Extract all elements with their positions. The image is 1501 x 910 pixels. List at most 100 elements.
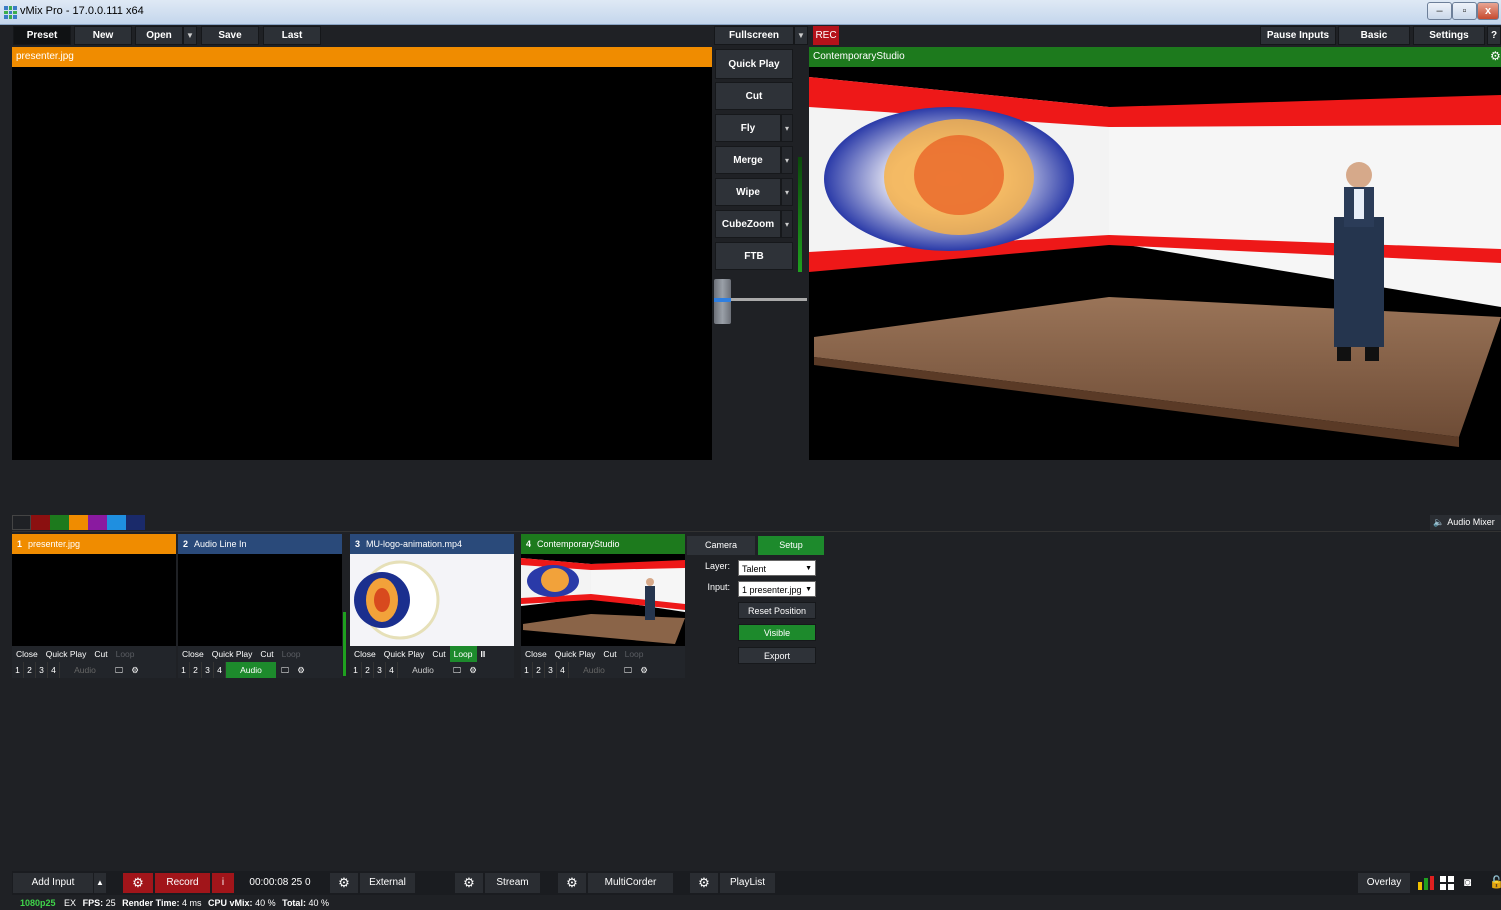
- monitor-icon[interactable]: 🖵: [619, 665, 637, 676]
- loop-button[interactable]: Loop: [449, 646, 477, 662]
- record-settings-gear-icon[interactable]: ⚙: [123, 873, 153, 893]
- settings-gear-icon[interactable]: ⚙: [128, 665, 142, 676]
- fly-dropdown-arrow[interactable]: ▾: [781, 114, 793, 142]
- settings-gear-icon[interactable]: ⚙: [637, 665, 651, 676]
- external-button[interactable]: External: [360, 873, 415, 893]
- overlay-3-button[interactable]: 3: [202, 662, 214, 678]
- quick-play-button[interactable]: Quick Play: [42, 646, 91, 662]
- maximize-button[interactable]: ▫: [1452, 2, 1477, 20]
- fly-transition-button[interactable]: Fly: [715, 114, 781, 142]
- ftb-button[interactable]: FTB: [715, 242, 793, 270]
- overlay-1-button[interactable]: 1: [12, 662, 24, 678]
- overlay-3-button[interactable]: 3: [545, 662, 557, 678]
- wipe-dropdown-arrow[interactable]: ▾: [781, 178, 793, 206]
- multiview-grid-icon[interactable]: [1440, 876, 1454, 890]
- color-tag-orange[interactable]: [69, 515, 88, 530]
- loop-button[interactable]: Loop: [621, 646, 648, 662]
- add-input-button[interactable]: Add Input: [13, 873, 93, 893]
- overlay-4-button[interactable]: 4: [214, 662, 226, 678]
- multicorder-settings-gear-icon[interactable]: ⚙: [558, 873, 586, 893]
- color-tag-navy[interactable]: [126, 515, 145, 530]
- preview-screen[interactable]: [12, 67, 712, 460]
- lock-icon[interactable]: 🔓: [1489, 875, 1501, 889]
- basic-button[interactable]: Basic: [1338, 26, 1410, 45]
- quick-play-button[interactable]: Quick Play: [208, 646, 257, 662]
- record-button[interactable]: Record: [155, 873, 210, 893]
- cut-button[interactable]: Cut: [599, 646, 620, 662]
- tab-setup[interactable]: Setup: [758, 536, 824, 555]
- tab-camera[interactable]: Camera: [687, 536, 755, 555]
- loop-button[interactable]: Loop: [278, 646, 305, 662]
- overlay-1-button[interactable]: 1: [521, 662, 533, 678]
- overlay-4-button[interactable]: 4: [557, 662, 569, 678]
- overlay-2-button[interactable]: 2: [190, 662, 202, 678]
- save-button[interactable]: Save: [201, 26, 259, 45]
- pause-icon[interactable]: II: [477, 646, 490, 662]
- merge-dropdown-arrow[interactable]: ▾: [781, 146, 793, 174]
- cut-button[interactable]: Cut: [90, 646, 111, 662]
- monitor-icon[interactable]: 🖵: [448, 665, 466, 676]
- close-button[interactable]: Close: [12, 646, 42, 662]
- settings-gear-icon[interactable]: ⚙: [466, 665, 480, 676]
- quick-play-button[interactable]: Quick Play: [715, 49, 793, 79]
- input-header[interactable]: 1 presenter.jpg: [12, 534, 176, 554]
- close-button[interactable]: Close: [350, 646, 380, 662]
- layer-select[interactable]: Talent ▼: [738, 560, 816, 576]
- audio-button[interactable]: Audio: [60, 662, 110, 678]
- fullscreen-dropdown-arrow[interactable]: ▼: [794, 26, 808, 45]
- input-tile-2[interactable]: 2 Audio Line In Close Quick Play Cut Loop…: [178, 534, 342, 678]
- wipe-transition-button[interactable]: Wipe: [715, 178, 781, 206]
- color-tag-green[interactable]: [50, 515, 69, 530]
- multicorder-button[interactable]: MultiCorder: [588, 873, 673, 893]
- overlay-2-button[interactable]: 2: [24, 662, 36, 678]
- add-input-menu-arrow[interactable]: ▲: [94, 873, 106, 893]
- playlist-button[interactable]: PlayList: [720, 873, 775, 893]
- audio-button[interactable]: Audio: [226, 662, 276, 678]
- preset-button[interactable]: Preset: [13, 26, 71, 45]
- close-window-button[interactable]: x: [1477, 2, 1499, 20]
- color-tag-none[interactable]: [12, 515, 31, 530]
- overlay-1-button[interactable]: 1: [178, 662, 190, 678]
- overlay-button[interactable]: Overlay: [1358, 873, 1410, 893]
- pause-inputs-button[interactable]: Pause Inputs: [1260, 26, 1336, 45]
- cut-button[interactable]: Cut: [715, 82, 793, 110]
- external-settings-gear-icon[interactable]: ⚙: [330, 873, 358, 893]
- playlist-settings-gear-icon[interactable]: ⚙: [690, 873, 718, 893]
- audio-meter-icon[interactable]: [1418, 876, 1436, 890]
- output-screen[interactable]: [809, 67, 1501, 460]
- merge-transition-button[interactable]: Merge: [715, 146, 781, 174]
- loop-button[interactable]: Loop: [112, 646, 139, 662]
- overlay-1-button[interactable]: 1: [350, 662, 362, 678]
- stream-settings-gear-icon[interactable]: ⚙: [455, 873, 483, 893]
- overlay-3-button[interactable]: 3: [36, 662, 48, 678]
- audio-mixer-button[interactable]: 🔈 Audio Mixer: [1430, 515, 1501, 530]
- cubezoom-dropdown-arrow[interactable]: ▾: [781, 210, 793, 238]
- cut-button[interactable]: Cut: [428, 646, 449, 662]
- overlay-2-button[interactable]: 2: [362, 662, 374, 678]
- settings-button[interactable]: Settings: [1413, 26, 1485, 45]
- input-tile-3[interactable]: 3 MU-logo-animation.mp4 Close Quick Play …: [350, 534, 514, 678]
- reset-position-button[interactable]: Reset Position: [738, 602, 816, 619]
- overlay-4-button[interactable]: 4: [48, 662, 60, 678]
- audio-button[interactable]: Audio: [569, 662, 619, 678]
- overlay-3-button[interactable]: 3: [374, 662, 386, 678]
- overlay-2-button[interactable]: 2: [533, 662, 545, 678]
- snapshot-camera-icon[interactable]: ◙: [1464, 875, 1471, 889]
- cut-button[interactable]: Cut: [256, 646, 277, 662]
- color-tag-red[interactable]: [31, 515, 50, 530]
- close-button[interactable]: Close: [521, 646, 551, 662]
- monitor-icon[interactable]: 🖵: [276, 665, 294, 676]
- input-select[interactable]: 1 presenter.jpg ▼: [738, 581, 816, 597]
- close-button[interactable]: Close: [178, 646, 208, 662]
- cubezoom-transition-button[interactable]: CubeZoom: [715, 210, 781, 238]
- open-dropdown-arrow[interactable]: ▼: [183, 26, 197, 45]
- input-header[interactable]: 2 Audio Line In: [178, 534, 342, 554]
- quick-play-button[interactable]: Quick Play: [551, 646, 600, 662]
- minimize-button[interactable]: –: [1427, 2, 1452, 20]
- record-info-button[interactable]: i: [212, 873, 234, 893]
- visible-toggle[interactable]: Visible: [738, 624, 816, 641]
- settings-gear-icon[interactable]: ⚙: [294, 665, 308, 676]
- stream-button[interactable]: Stream: [485, 873, 540, 893]
- fullscreen-button[interactable]: Fullscreen: [714, 26, 794, 45]
- open-button[interactable]: Open: [135, 26, 183, 45]
